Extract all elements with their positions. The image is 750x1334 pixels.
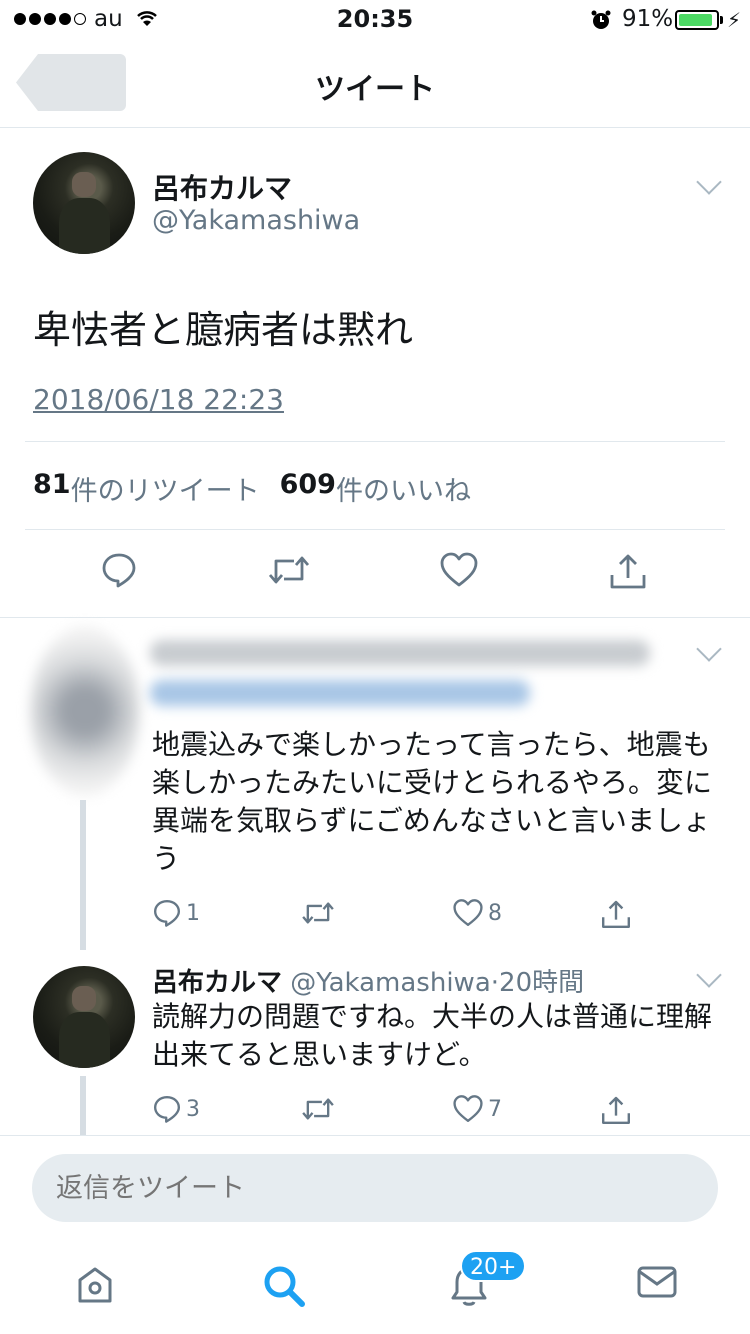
reply-input[interactable] — [32, 1154, 718, 1222]
chevron-down-icon[interactable] — [696, 962, 722, 988]
separator: · — [490, 968, 500, 998]
reply-icon[interactable] — [100, 551, 138, 589]
heart-icon[interactable] — [439, 551, 479, 589]
alarm-icon — [591, 10, 611, 29]
status-bar: au 20:35 91% ⚡ — [0, 0, 750, 40]
reply-icon — [153, 1095, 181, 1123]
tab-bar: 20+ — [0, 1236, 750, 1334]
charging-icon: ⚡ — [727, 8, 742, 32]
reply-count: 3 — [186, 1096, 200, 1122]
reply-actions: 1 8 — [0, 898, 750, 938]
avatar[interactable] — [33, 152, 135, 254]
like-count: 8 — [488, 900, 502, 926]
battery-level — [679, 14, 712, 26]
battery-percent: 91% — [622, 6, 674, 32]
reply-icon — [153, 899, 181, 927]
search-icon[interactable] — [262, 1264, 306, 1308]
author-handle: @Yakamashiwa — [290, 968, 491, 998]
blurred-author — [150, 640, 650, 666]
reply-actions: 3 7 — [0, 1094, 750, 1134]
heart-icon — [453, 899, 483, 927]
mail-icon[interactable] — [636, 1264, 678, 1300]
battery-tip — [720, 16, 723, 24]
like-button[interactable]: 8 — [452, 898, 502, 928]
like-count[interactable]: 609 — [280, 469, 336, 508]
retweet-icon[interactable] — [266, 551, 312, 589]
heart-icon — [453, 1095, 483, 1123]
retweet-icon — [302, 902, 334, 924]
share-button[interactable] — [600, 1094, 632, 1126]
blurred-avatar — [30, 626, 140, 796]
tweet-timestamp[interactable]: 2018/06/18 22:23 — [33, 383, 284, 416]
chevron-down-icon[interactable] — [696, 169, 722, 195]
author-name: 呂布カルマ — [152, 968, 283, 998]
notifications-badge: 20+ — [460, 1250, 527, 1282]
main-tweet: 呂布カルマ @Yakamashiwa 卑怯者と臆病者は黙れ 2018/06/18… — [0, 129, 750, 618]
share-icon — [602, 900, 630, 928]
retweet-count[interactable]: 81 — [33, 469, 71, 508]
avatar[interactable] — [33, 966, 135, 1068]
chevron-down-icon[interactable] — [696, 636, 722, 662]
reply-composer — [0, 1135, 750, 1235]
navigation-bar: ツイート — [0, 40, 750, 128]
reply-text: 読解力の問題ですね。大半の人は普通に理解出来てると思いますけど。 — [152, 1000, 713, 1071]
like-button[interactable]: 7 — [452, 1094, 502, 1124]
reply-author[interactable]: 呂布カルマ @Yakamashiwa·20時間 — [152, 962, 584, 999]
share-icon[interactable] — [608, 551, 648, 591]
share-button[interactable] — [600, 898, 632, 930]
page-title: ツイート — [315, 72, 435, 107]
retweet-icon — [302, 1098, 334, 1120]
retweet-button[interactable] — [300, 1094, 340, 1124]
share-icon — [602, 1096, 630, 1124]
tweet-text: 卑怯者と臆病者は黙れ — [33, 308, 414, 352]
divider — [25, 441, 725, 442]
like-count: 7 — [488, 1096, 502, 1122]
blurred-author-handle — [150, 680, 530, 706]
retweet-label[interactable]: 件のリツイート — [71, 469, 260, 508]
tweet-stats: 81 件のリツイート 609 件のいいね — [33, 469, 471, 508]
reply-count: 1 — [186, 900, 200, 926]
home-icon[interactable] — [74, 1264, 116, 1306]
author-handle[interactable]: @Yakamashiwa — [152, 205, 360, 236]
author-name[interactable]: 呂布カルマ — [152, 167, 292, 207]
reply-button[interactable]: 1 — [152, 898, 200, 928]
retweet-button[interactable] — [300, 898, 340, 928]
like-label[interactable]: 件のいいね — [336, 469, 471, 508]
divider — [25, 529, 725, 530]
reply-button[interactable]: 3 — [152, 1094, 200, 1124]
reply-time: 20時間 — [499, 968, 585, 998]
tweet-actions — [0, 551, 750, 601]
reply-text: 地震込みで楽しかったって言ったら、地震も楽しかったみたいに受けとられるやろ。変に… — [152, 728, 713, 875]
battery-icon — [675, 10, 719, 30]
